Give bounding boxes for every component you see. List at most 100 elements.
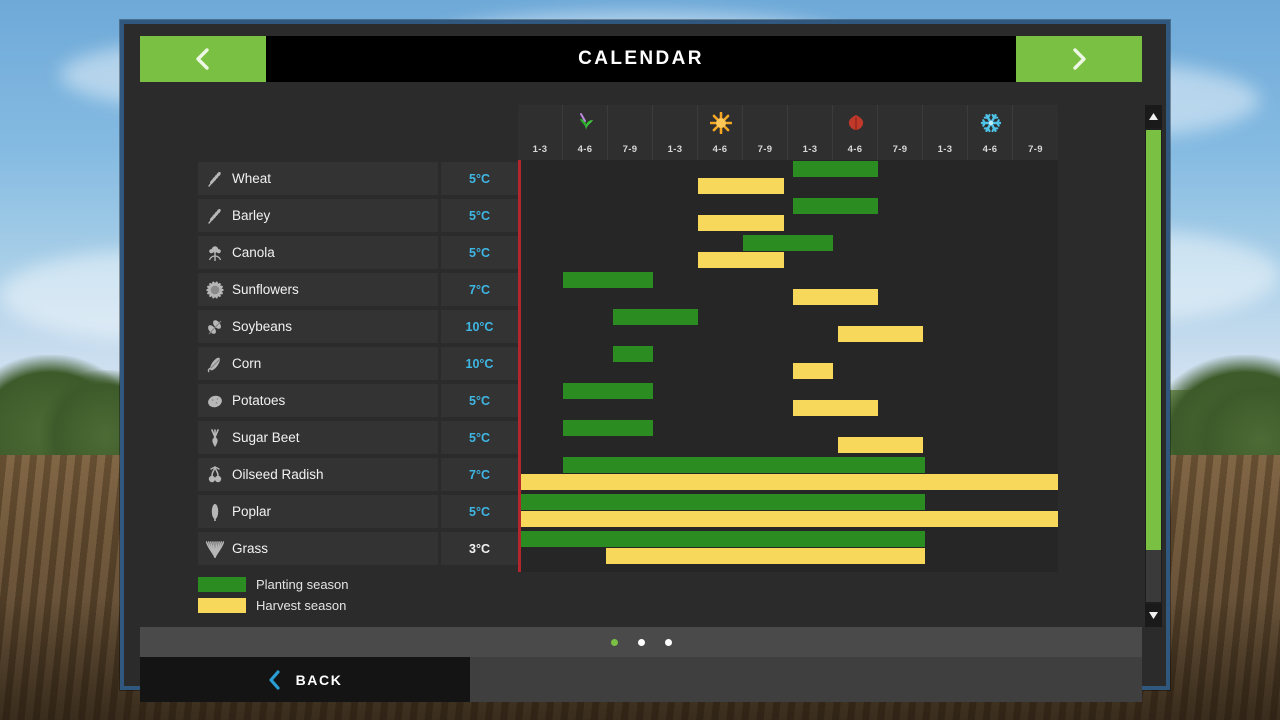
crop-name-label: Corn (232, 356, 262, 371)
crop-name-cell: Canola (198, 236, 438, 269)
crop-row[interactable]: Corn 10°C (198, 345, 518, 382)
period-label: 4-6 (847, 144, 863, 155)
crop-name-label: Wheat (232, 171, 272, 186)
planting-bar (518, 494, 926, 510)
crop-name-label: Canola (232, 245, 275, 260)
period-label: 1-3 (667, 144, 683, 155)
crop-name-cell: Soybeans (198, 310, 438, 343)
prev-page-button[interactable] (140, 36, 266, 82)
sunflower-icon (198, 280, 232, 300)
period-label: 4-6 (712, 144, 728, 155)
vertical-scrollbar[interactable] (1145, 105, 1162, 627)
crop-row[interactable]: Soybeans 10°C (198, 308, 518, 345)
planting-bar (563, 457, 926, 473)
scroll-up-button[interactable] (1145, 105, 1162, 128)
crop-temperature-cell: 3°C (441, 532, 518, 565)
triangle-up-icon (1149, 113, 1158, 120)
planting-legend-label: Planting season (256, 577, 349, 592)
chart-legend: Planting season Harvest season (198, 574, 349, 616)
crop-list: Wheat 5°C Barley 5°C Canola 5°C Sunflowers 7°C S… (198, 160, 518, 567)
crop-row[interactable]: Poplar 5°C (198, 493, 518, 530)
crop-row[interactable]: Oilseed Radish 7°C (198, 456, 518, 493)
crop-name-cell: Wheat (198, 162, 438, 195)
period-label: 1-3 (937, 144, 953, 155)
crop-name-cell: Sunflowers (198, 273, 438, 306)
planting-bar (612, 309, 698, 325)
season-block-spring: 1-3 4-6 7-9 (518, 105, 653, 160)
crop-name-label: Grass (232, 541, 269, 556)
crop-temperature-cell: 10°C (441, 347, 518, 380)
crop-row[interactable]: Potatoes 5°C (198, 382, 518, 419)
next-page-button[interactable] (1016, 36, 1142, 82)
period-column: 1-3 (788, 105, 833, 160)
crop-temperature: 3°C (469, 541, 490, 556)
season-block-winter: 1-3 4-6 7-9 (923, 105, 1058, 160)
page-dot-3[interactable] (664, 638, 672, 646)
season-block-autumn: 1-3 4-6 7-9 (788, 105, 923, 160)
period-column: 4-6 (563, 105, 608, 160)
harvest-bar (698, 178, 784, 194)
period-label: 4-6 (577, 144, 593, 155)
crop-row[interactable]: Sunflowers 7°C (198, 271, 518, 308)
season-header: 1-3 4-6 7-9 1-3 4-6 7-9 1-3 4-6 7-9 1-3 4-6 7-9 (518, 105, 1058, 160)
crop-name-label: Oilseed Radish (232, 467, 324, 482)
scroll-down-button[interactable] (1145, 604, 1162, 627)
harvest-bar (792, 289, 878, 305)
today-marker (518, 160, 521, 572)
crop-temperature: 7°C (469, 282, 490, 297)
crop-name-label: Sunflowers (232, 282, 299, 297)
harvest-bar (605, 548, 926, 564)
planting-bar (612, 346, 653, 362)
harvest-color-swatch (198, 598, 246, 613)
crop-name-label: Sugar Beet (232, 430, 300, 445)
crop-temperature: 5°C (469, 430, 490, 445)
crop-name-label: Soybeans (232, 319, 293, 334)
crop-temperature-cell: 5°C (441, 236, 518, 269)
chart-bar-row (518, 197, 1058, 234)
period-label: 1-3 (802, 144, 818, 155)
triangle-down-icon (1149, 612, 1158, 619)
poplar-icon (198, 502, 232, 522)
crop-row[interactable]: Canola 5°C (198, 234, 518, 271)
calendar-content: 1-3 4-6 7-9 1-3 4-6 7-9 1-3 4-6 7-9 1-3 4-6 7-9 Whe… (140, 82, 1162, 627)
crop-row[interactable]: Grass 3°C (198, 530, 518, 567)
harvest-bar (698, 252, 784, 268)
harvest-bar (792, 400, 878, 416)
crop-row[interactable]: Wheat 5°C (198, 160, 518, 197)
crop-row[interactable]: Barley 5°C (198, 197, 518, 234)
page-indicator (140, 627, 1142, 657)
period-label: 1-3 (532, 144, 548, 155)
canola-icon (208, 245, 222, 261)
harvest-bar (518, 474, 1058, 490)
calendar-window: CALENDAR 1-3 4-6 7-9 1-3 4-6 7-9 1-3 4-6 7-9 1-3 4… (120, 20, 1170, 702)
crop-name-cell: Poplar (198, 495, 438, 528)
title-bar: CALENDAR (140, 36, 1142, 82)
period-column: 1-3 (653, 105, 698, 160)
harvest-bar (837, 326, 923, 342)
chart-bar-row (518, 382, 1058, 419)
corn-icon (198, 354, 232, 374)
crop-temperature-cell: 10°C (441, 310, 518, 343)
barley-icon (198, 206, 232, 226)
crop-row[interactable]: Sugar Beet 5°C (198, 419, 518, 456)
page-title: CALENDAR (578, 48, 704, 69)
planting-bar (563, 420, 653, 436)
crop-temperature: 5°C (469, 504, 490, 519)
planting-color-swatch (198, 577, 246, 592)
page-dot-1[interactable] (610, 638, 618, 646)
period-label: 7-9 (892, 144, 908, 155)
planting-bar (792, 161, 878, 177)
scrollbar-thumb[interactable] (1146, 130, 1161, 550)
potato-icon (208, 395, 222, 407)
harvest-legend-label: Harvest season (256, 598, 347, 613)
back-button[interactable]: BACK (140, 657, 470, 702)
crop-name-cell: Oilseed Radish (198, 458, 438, 491)
crop-name-cell: Corn (198, 347, 438, 380)
chevron-left-icon (268, 669, 280, 690)
chevron-right-icon (1073, 48, 1086, 70)
crop-temperature-cell: 7°C (441, 273, 518, 306)
crop-temperature: 10°C (465, 356, 494, 371)
page-dot-2[interactable] (637, 638, 645, 646)
chart-bar-row (518, 419, 1058, 456)
period-label: 4-6 (982, 144, 998, 155)
